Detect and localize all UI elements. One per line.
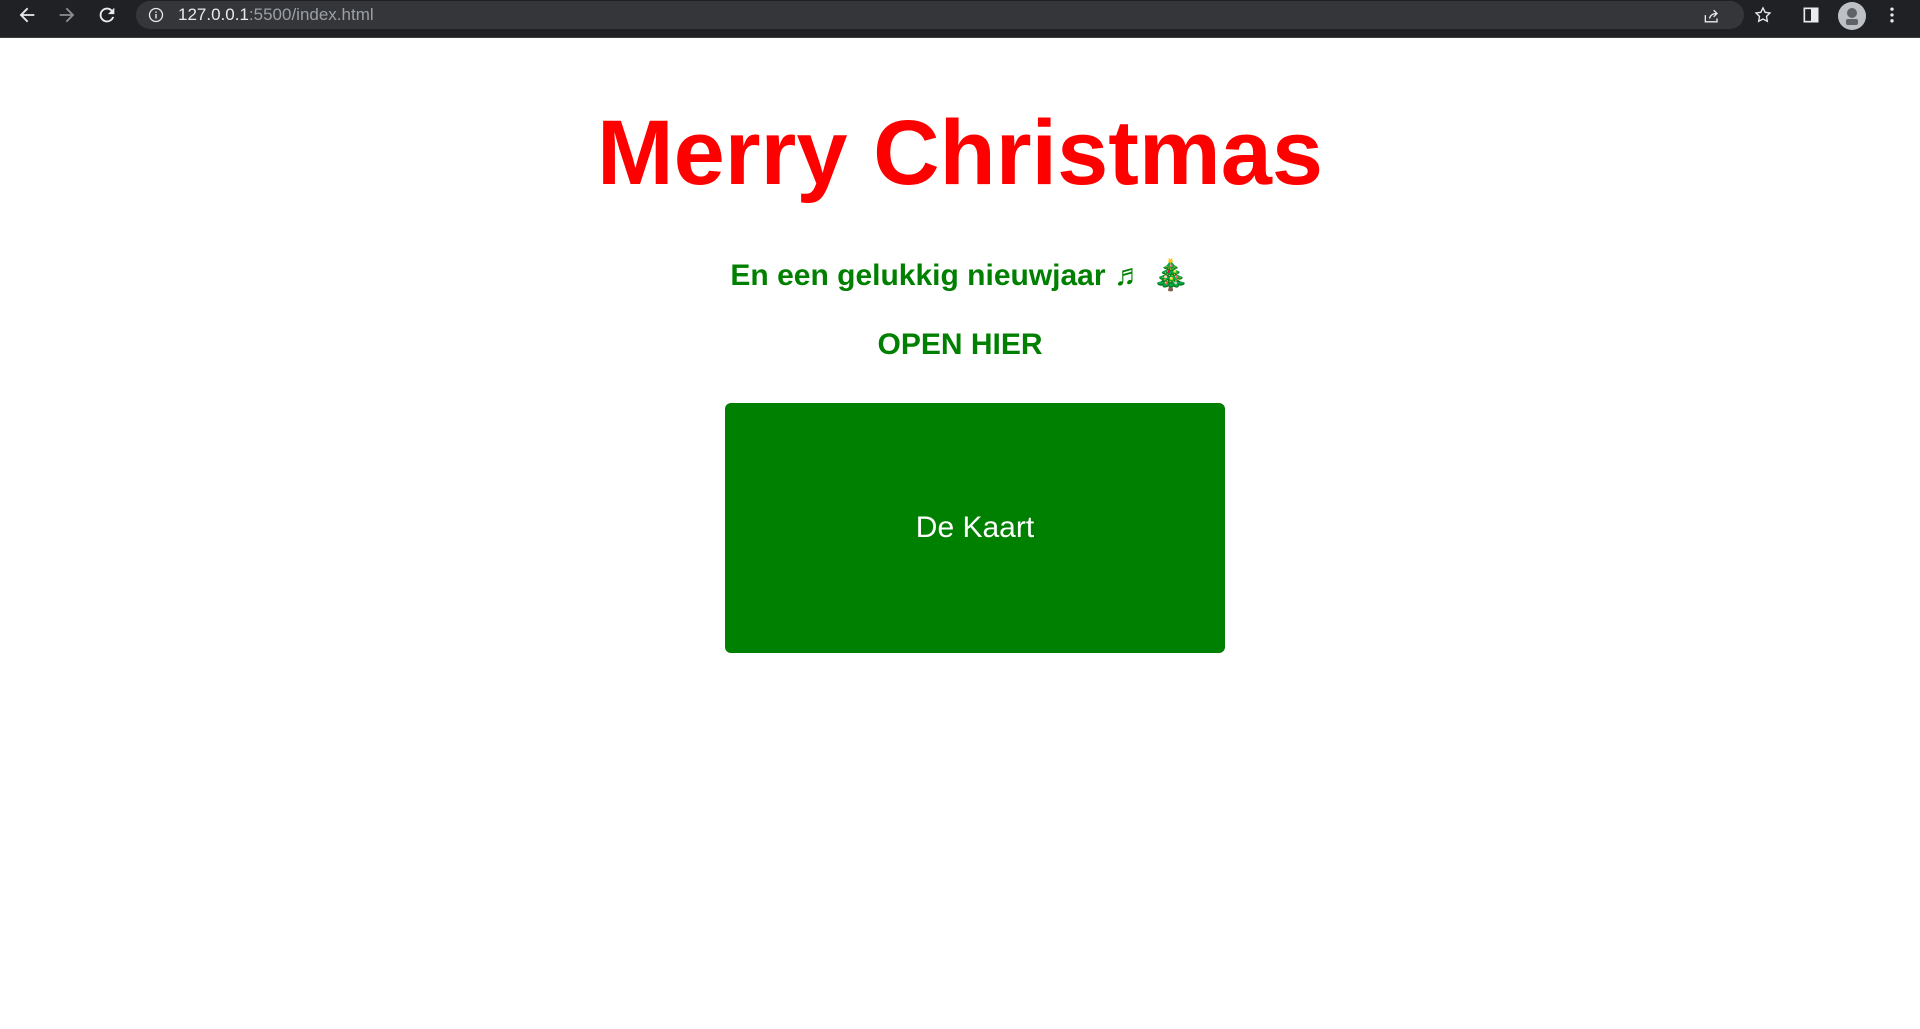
star-icon: [1754, 6, 1772, 23]
subtitle: En een gelukkig nieuwjaar ♬ 🎄: [730, 259, 1190, 292]
card-button[interactable]: De Kaart: [725, 403, 1225, 653]
url-host: 127.0.0.1: [178, 5, 249, 24]
avatar-icon: [1838, 2, 1866, 30]
page-title: Merry Christmas: [596, 102, 1324, 204]
info-icon[interactable]: [148, 7, 164, 23]
url-path: :5500/index.html: [248, 5, 374, 24]
side-panel-button[interactable]: [1797, 2, 1825, 28]
menu-button[interactable]: [1878, 2, 1906, 28]
bookmark-button[interactable]: [1749, 2, 1777, 28]
arrow-right-icon: [59, 7, 75, 23]
address-bar[interactable]: 127.0.0.1:5500/index.html: [136, 1, 1744, 29]
arrow-left-icon: [19, 7, 35, 23]
url-text[interactable]: 127.0.0.1:5500/index.html: [178, 6, 374, 24]
profile-button[interactable]: [1838, 2, 1866, 30]
share-button[interactable]: [1698, 3, 1726, 29]
side-panel-icon: [1803, 7, 1819, 23]
share-icon: [1704, 9, 1718, 23]
card-button-label: De Kaart: [915, 511, 1035, 544]
open-here-label: OPEN HIER: [877, 328, 1043, 361]
kebab-menu-icon: [1890, 7, 1894, 23]
back-button[interactable]: [9, 0, 45, 30]
browser-toolbar: 127.0.0.1:5500/index.html: [0, 0, 1920, 38]
forward-button[interactable]: [49, 0, 85, 30]
reload-icon: [99, 7, 115, 23]
reload-button[interactable]: [89, 0, 125, 30]
page-content: Merry Christmas En een gelukkig nieuwjaa…: [0, 38, 1920, 1029]
